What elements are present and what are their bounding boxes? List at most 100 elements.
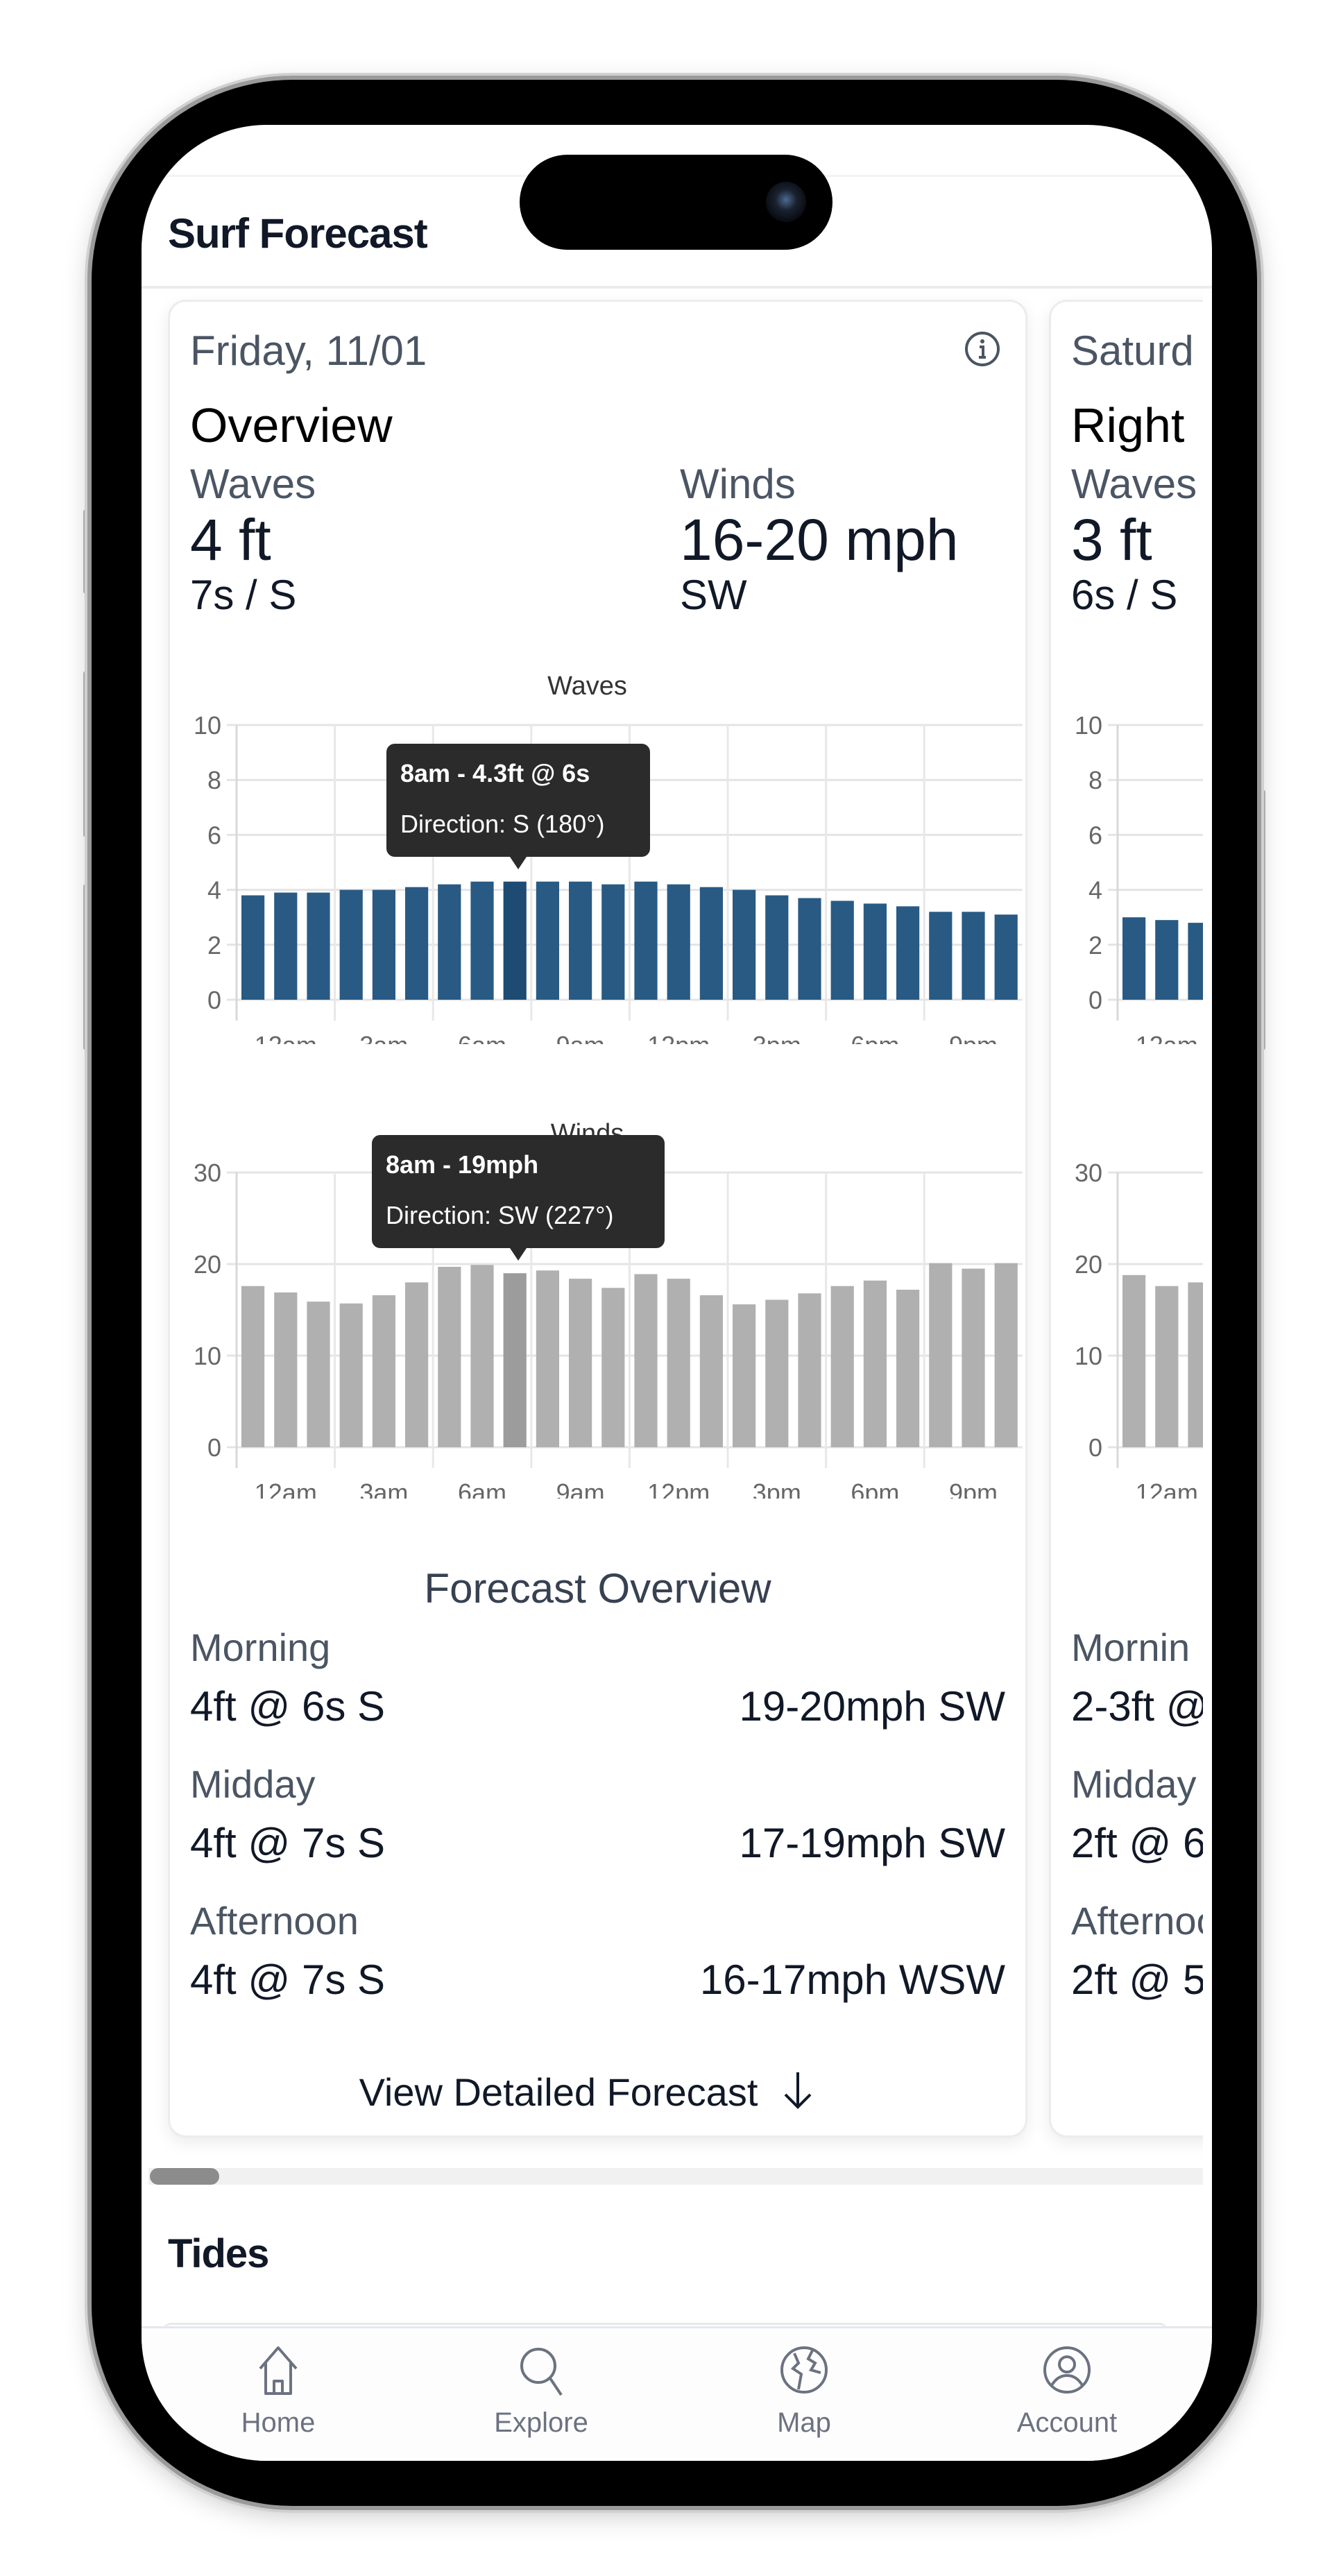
y-tick-label: 10 xyxy=(1075,711,1102,740)
x-tick-label: 6am xyxy=(458,1031,506,1044)
bar-11pm xyxy=(994,1263,1018,1447)
x-tick-label: 3am xyxy=(359,1031,408,1044)
waves-value: 4 ft xyxy=(190,507,271,572)
bar-11am xyxy=(601,1288,625,1447)
x-tick-label: 3am xyxy=(359,1478,408,1499)
bar-3am xyxy=(339,889,363,1000)
winds-tooltip-title: 8am - 19mph xyxy=(386,1150,539,1179)
y-tick-label: 0 xyxy=(1088,986,1102,1014)
bar-12pm xyxy=(634,881,658,1000)
y-tick-label: 2 xyxy=(207,931,221,959)
x-tick-label: 6am xyxy=(458,1478,506,1499)
power-button xyxy=(1257,790,1265,1050)
bar-4am xyxy=(372,1295,395,1447)
x-tick-label: 12am xyxy=(255,1031,317,1044)
bar-1am xyxy=(274,892,298,1000)
bar-2am xyxy=(307,1302,330,1447)
y-tick-label: 10 xyxy=(1075,1342,1102,1370)
bar-9am xyxy=(536,1270,559,1447)
bar-4pm xyxy=(765,1299,789,1447)
waves-value: 3 ft xyxy=(1071,507,1152,572)
period-winds-midday: 17-19mph SW xyxy=(739,1820,1006,1866)
y-tick-label: 10 xyxy=(194,711,221,740)
x-tick-label: 12pm xyxy=(647,1031,710,1044)
bar-2pm xyxy=(699,1295,723,1447)
nav-home[interactable]: Home xyxy=(174,2342,382,2439)
bar-0 xyxy=(1122,1274,1146,1447)
x-tick-label: 12am xyxy=(255,1478,317,1499)
y-tick-label: 0 xyxy=(207,1433,221,1462)
bar-7am xyxy=(470,881,494,1000)
waves-chart-saturday[interactable]: 0 2 4 6 8 10 12am xyxy=(1051,697,1203,1059)
bar-6pm xyxy=(830,901,854,1000)
forecast-carousel[interactable]: Friday, 11/01 Overview Waves 4 ft 7s / S… xyxy=(142,289,1203,2190)
bar-3am xyxy=(339,1303,363,1447)
x-tick-label: 12pm xyxy=(647,1478,710,1499)
forecast-card-saturday: Saturd Right Waves 3 ft 6s / S 0 2 4 6 8 10 12… xyxy=(1049,300,1203,2138)
forecast-card-friday: Friday, 11/01 Overview Waves 4 ft 7s / S… xyxy=(168,300,1027,2138)
bar-9am xyxy=(536,881,559,1000)
period-label-afternoon: Afternoon xyxy=(190,1899,359,1943)
bar-0 xyxy=(1122,917,1146,1000)
winds-detail: SW xyxy=(680,572,747,618)
bar-8am xyxy=(503,881,527,1000)
waves-label: Waves xyxy=(190,461,316,507)
x-tick-label: 6pm xyxy=(851,1031,899,1044)
x-tick-label: 9am xyxy=(556,1031,605,1044)
nav-account-label: Account xyxy=(1016,2407,1118,2438)
bar-10pm xyxy=(962,912,985,1000)
bar-1am xyxy=(274,1292,298,1447)
carousel-scrollbar[interactable] xyxy=(148,2168,1203,2185)
overview-title: Right xyxy=(1071,398,1185,452)
search-icon xyxy=(437,2342,645,2405)
bar-12pm xyxy=(634,1274,658,1447)
bar-5am xyxy=(405,1282,429,1447)
bar-5am xyxy=(405,887,429,1000)
period-waves-afternoon: 2ft @ 5 xyxy=(1071,1956,1203,2003)
waves-tooltip: 8am - 4.3ft @ 6s Direction: S (180°) xyxy=(386,744,650,869)
nav-explore[interactable]: Explore xyxy=(437,2342,645,2439)
card-date: Saturd xyxy=(1071,327,1194,374)
bar-10pm xyxy=(962,1268,985,1447)
winds-tooltip-direction: Direction: SW (227°) xyxy=(386,1201,614,1229)
bar-6pm xyxy=(830,1286,854,1447)
x-tick-label: 12am xyxy=(1136,1478,1198,1499)
bar-6am xyxy=(438,1266,461,1447)
x-tick-label: 12am xyxy=(1136,1031,1198,1044)
y-tick-label: 4 xyxy=(1088,876,1102,905)
period-winds-morning: 19-20mph SW xyxy=(739,1683,1006,1730)
period-winds-afternoon: 16-17mph WSW xyxy=(699,1956,1005,2003)
bar-10am xyxy=(569,881,592,1000)
info-circle-icon[interactable] xyxy=(964,331,1000,367)
bottom-nav: Home Explore Map Account xyxy=(142,2326,1212,2461)
bar-1pm xyxy=(667,884,690,1000)
period-label-morning: Morning xyxy=(190,1626,331,1669)
x-tick-label: 3pm xyxy=(753,1478,801,1499)
waves-detail: 7s / S xyxy=(190,572,297,618)
bar-4am xyxy=(372,889,395,1000)
carousel-scrollbar-thumb[interactable] xyxy=(150,2168,219,2185)
x-tick-label: 9pm xyxy=(949,1478,998,1499)
y-tick-label: 4 xyxy=(207,876,221,905)
bar-11am xyxy=(601,884,625,1000)
bar-7pm xyxy=(863,1280,887,1447)
bar-6am xyxy=(438,884,461,1000)
waves-tooltip-title: 8am - 4.3ft @ 6s xyxy=(400,759,590,787)
overview-title: Overview xyxy=(190,398,393,452)
waves-tooltip-direction: Direction: S (180°) xyxy=(400,810,605,838)
y-tick-label: 30 xyxy=(194,1159,221,1187)
y-tick-label: 0 xyxy=(1088,1433,1102,1462)
phone-screen: Surf Forecast Friday, 11/01 Overview Wav… xyxy=(142,125,1212,2461)
winds-chart-saturday[interactable]: 0 10 20 30 12am xyxy=(1051,1145,1203,1507)
y-tick-label: 8 xyxy=(1088,766,1102,794)
winds-value: 16-20 mph xyxy=(680,507,959,572)
view-detailed-forecast-button[interactable]: View Detailed Forecast xyxy=(343,2064,829,2119)
forecast-overview-title: Forecast Overview xyxy=(424,1565,771,1612)
arrow-down-icon xyxy=(783,2070,813,2115)
x-tick-label: 3pm xyxy=(753,1031,801,1044)
period-waves-morning: 2-3ft @ xyxy=(1071,1683,1203,1730)
bar-1 xyxy=(1155,1286,1179,1447)
nav-map[interactable]: Map xyxy=(700,2342,908,2439)
period-waves-morning: 4ft @ 6s S xyxy=(190,1683,386,1730)
nav-account[interactable]: Account xyxy=(963,2342,1171,2439)
